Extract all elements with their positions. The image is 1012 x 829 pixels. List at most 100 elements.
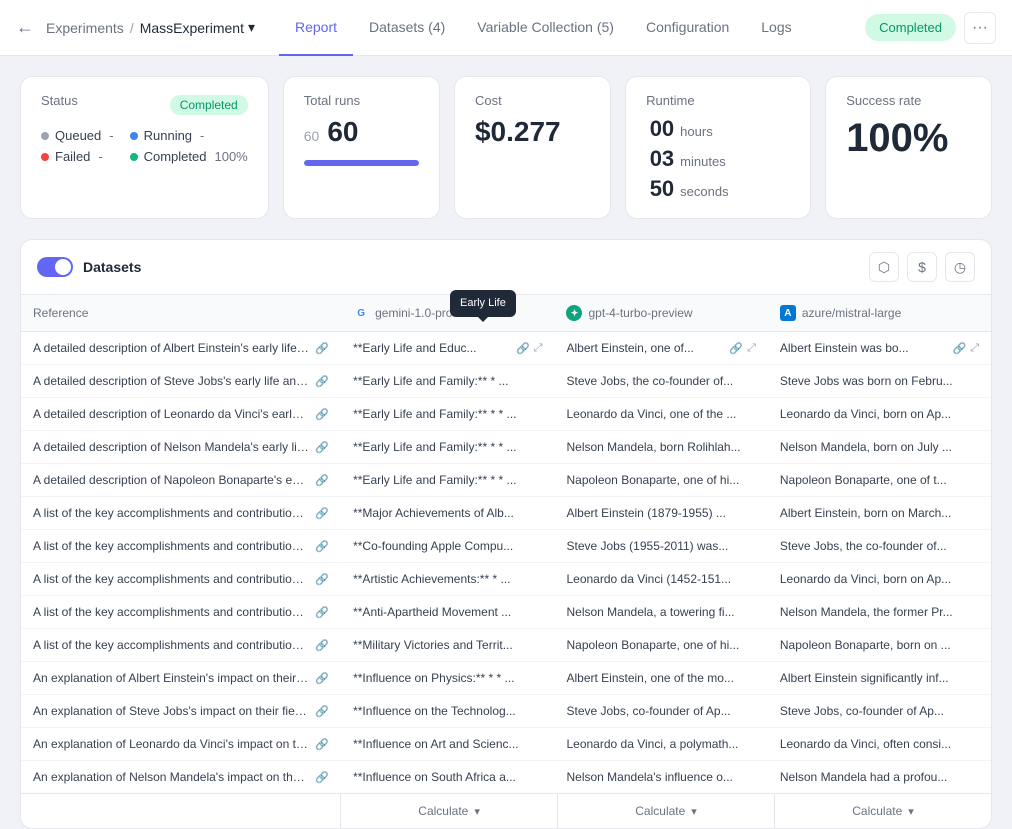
azure-cell: Albert Einstein, born on March...: [768, 497, 991, 530]
azure-text: Steve Jobs, the co-founder of...: [780, 539, 979, 553]
expand-icon[interactable]: ⤢: [970, 342, 979, 355]
runs-label: Total runs: [304, 93, 419, 108]
gpt-text: Albert Einstein, one of...: [566, 341, 725, 355]
gemini-calculate-button[interactable]: Calculate ▾: [341, 794, 558, 828]
failed-value: -: [98, 149, 102, 164]
clock-icon-button[interactable]: ◷: [945, 252, 975, 282]
link-icon[interactable]: 🔗: [952, 342, 966, 355]
link-icon[interactable]: 🔗: [516, 342, 530, 355]
cost-icon-button[interactable]: $: [907, 252, 937, 282]
gemini-cell: **Influence on Art and Scienc...: [341, 728, 554, 761]
azure-text: Leonardo da Vinci, born on Ap...: [780, 407, 979, 421]
table-row: A list of the key accomplishments and co…: [21, 596, 991, 629]
gpt-text: Albert Einstein, one of the mo...: [566, 671, 755, 685]
gemini-text: **Co-founding Apple Compu...: [353, 539, 542, 553]
total-runs-card: Total runs 60 60: [283, 76, 440, 219]
tab-variable-collection[interactable]: Variable Collection (5): [461, 0, 630, 56]
gpt-text: Steve Jobs, the co-founder of...: [566, 374, 755, 388]
reference-text: A detailed description of Albert Einstei…: [33, 341, 309, 355]
gpt-calculate-button[interactable]: Calculate ▾: [558, 794, 775, 828]
table-row: An explanation of Steve Jobs's impact on…: [21, 695, 991, 728]
back-button[interactable]: ←: [16, 17, 34, 38]
datasets-toggle[interactable]: [37, 257, 73, 277]
table-row: A list of the key accomplishments and co…: [21, 530, 991, 563]
experiment-name[interactable]: MassExperiment ▾: [140, 19, 255, 36]
status-card: Status Completed Queued - Running - Fail…: [20, 76, 269, 219]
runtime-seconds-unit: seconds: [680, 184, 728, 199]
azure-cell: Leonardo da Vinci, born on Ap...: [768, 398, 991, 431]
reference-cell: A detailed description of Nelson Mandela…: [21, 431, 341, 464]
runtime-minutes-unit: minutes: [680, 154, 726, 169]
col-header-gpt: ✦ gpt-4-turbo-preview: [554, 295, 767, 332]
azure-cell: Steve Jobs, co-founder of Ap...: [768, 695, 991, 728]
gemini-cell: **Early Life and Educ...🔗⤢: [341, 332, 554, 365]
gpt-cell: Nelson Mandela, a towering fi...: [554, 596, 767, 629]
reference-link-icon[interactable]: 🔗: [315, 540, 329, 553]
gemini-text: **Influence on South Africa a...: [353, 770, 542, 784]
reference-text: An explanation of Leonardo da Vinci's im…: [33, 737, 309, 751]
gpt-chevron-icon: ▾: [691, 805, 697, 818]
reference-cell: A list of the key accomplishments and co…: [21, 530, 341, 563]
reference-text: A detailed description of Steve Jobs's e…: [33, 374, 309, 388]
reference-link-icon[interactable]: 🔗: [315, 507, 329, 520]
runtime-seconds: 50: [646, 176, 674, 202]
status-completed-badge: Completed: [170, 95, 248, 115]
queued-dot: [41, 132, 49, 140]
completed-label: Completed: [144, 149, 207, 164]
gpt-cell: Leonardo da Vinci, a polymath...: [554, 728, 767, 761]
azure-text: Steve Jobs, co-founder of Ap...: [780, 704, 979, 718]
gpt-cell: Napoleon Bonaparte, one of hi...: [554, 629, 767, 662]
experiments-link[interactable]: Experiments: [46, 20, 124, 36]
reference-cell: An explanation of Nelson Mandela's impac…: [21, 761, 341, 794]
gemini-cell: **Influence on South Africa a...: [341, 761, 554, 794]
toggle-knob: [55, 259, 71, 275]
tab-datasets[interactable]: Datasets (4): [353, 0, 461, 56]
share-icon-button[interactable]: ⬡: [869, 252, 899, 282]
gemini-text: **Influence on the Technolog...: [353, 704, 542, 718]
cost-value: $0.277: [475, 116, 590, 148]
runtime-label: Runtime: [646, 93, 790, 108]
table-row: An explanation of Nelson Mandela's impac…: [21, 761, 991, 794]
reference-link-icon[interactable]: 🔗: [315, 639, 329, 652]
datasets-section: Datasets ⬡ $ ◷ Reference: [20, 239, 992, 829]
status-grid: Queued - Running - Failed - Completed 10…: [41, 128, 248, 164]
table-row: A list of the key accomplishments and co…: [21, 497, 991, 530]
reference-link-icon[interactable]: 🔗: [315, 705, 329, 718]
tab-configuration[interactable]: Configuration: [630, 0, 745, 56]
reference-link-icon[interactable]: 🔗: [315, 375, 329, 388]
gpt-text: Nelson Mandela, a towering fi...: [566, 605, 755, 619]
reference-link-icon[interactable]: 🔗: [315, 573, 329, 586]
gpt-text: Nelson Mandela's influence o...: [566, 770, 755, 784]
reference-cell: A list of the key accomplishments and co…: [21, 563, 341, 596]
table-row: An explanation of Albert Einstein's impa…: [21, 662, 991, 695]
reference-link-icon[interactable]: 🔗: [315, 441, 329, 454]
azure-cell: Nelson Mandela, born on July ...: [768, 431, 991, 464]
gemini-text: **Influence on Physics:** * * ...: [353, 671, 542, 685]
expand-icon[interactable]: ⤢: [534, 342, 543, 355]
reference-link-icon[interactable]: 🔗: [315, 408, 329, 421]
azure-cell: Albert Einstein was bo...🔗⤢: [768, 332, 991, 365]
reference-link-icon[interactable]: 🔗: [315, 342, 329, 355]
reference-link-icon[interactable]: 🔗: [315, 672, 329, 685]
more-options-button[interactable]: ···: [964, 12, 996, 44]
gemini-cell: **Early Life and Family:** * * ...: [341, 398, 554, 431]
azure-calculate-button[interactable]: Calculate ▾: [775, 794, 991, 828]
reference-text: A list of the key accomplishments and co…: [33, 506, 309, 520]
completed-dot: [130, 153, 138, 161]
expand-icon[interactable]: ⤢: [747, 342, 756, 355]
link-icon[interactable]: 🔗: [729, 342, 743, 355]
breadcrumb: Experiments / MassExperiment ▾: [46, 19, 255, 36]
reference-text: A list of the key accomplishments and co…: [33, 605, 309, 619]
gpt-text: Napoleon Bonaparte, one of hi...: [566, 473, 755, 487]
reference-link-icon[interactable]: 🔗: [315, 606, 329, 619]
col-header-reference: Reference: [21, 295, 341, 332]
reference-link-icon[interactable]: 🔗: [315, 771, 329, 784]
gpt-cell: Steve Jobs, the co-founder of...: [554, 365, 767, 398]
tab-report[interactable]: Report: [279, 0, 353, 56]
reference-link-icon[interactable]: 🔗: [315, 474, 329, 487]
runtime-card: Runtime 00 hours 03 minutes 50 seconds: [625, 76, 811, 219]
azure-text: Napoleon Bonaparte, one of t...: [780, 473, 979, 487]
reference-link-icon[interactable]: 🔗: [315, 738, 329, 751]
gemini-cell: **Early Life and Family:** * * ...: [341, 464, 554, 497]
tab-logs[interactable]: Logs: [745, 0, 807, 56]
